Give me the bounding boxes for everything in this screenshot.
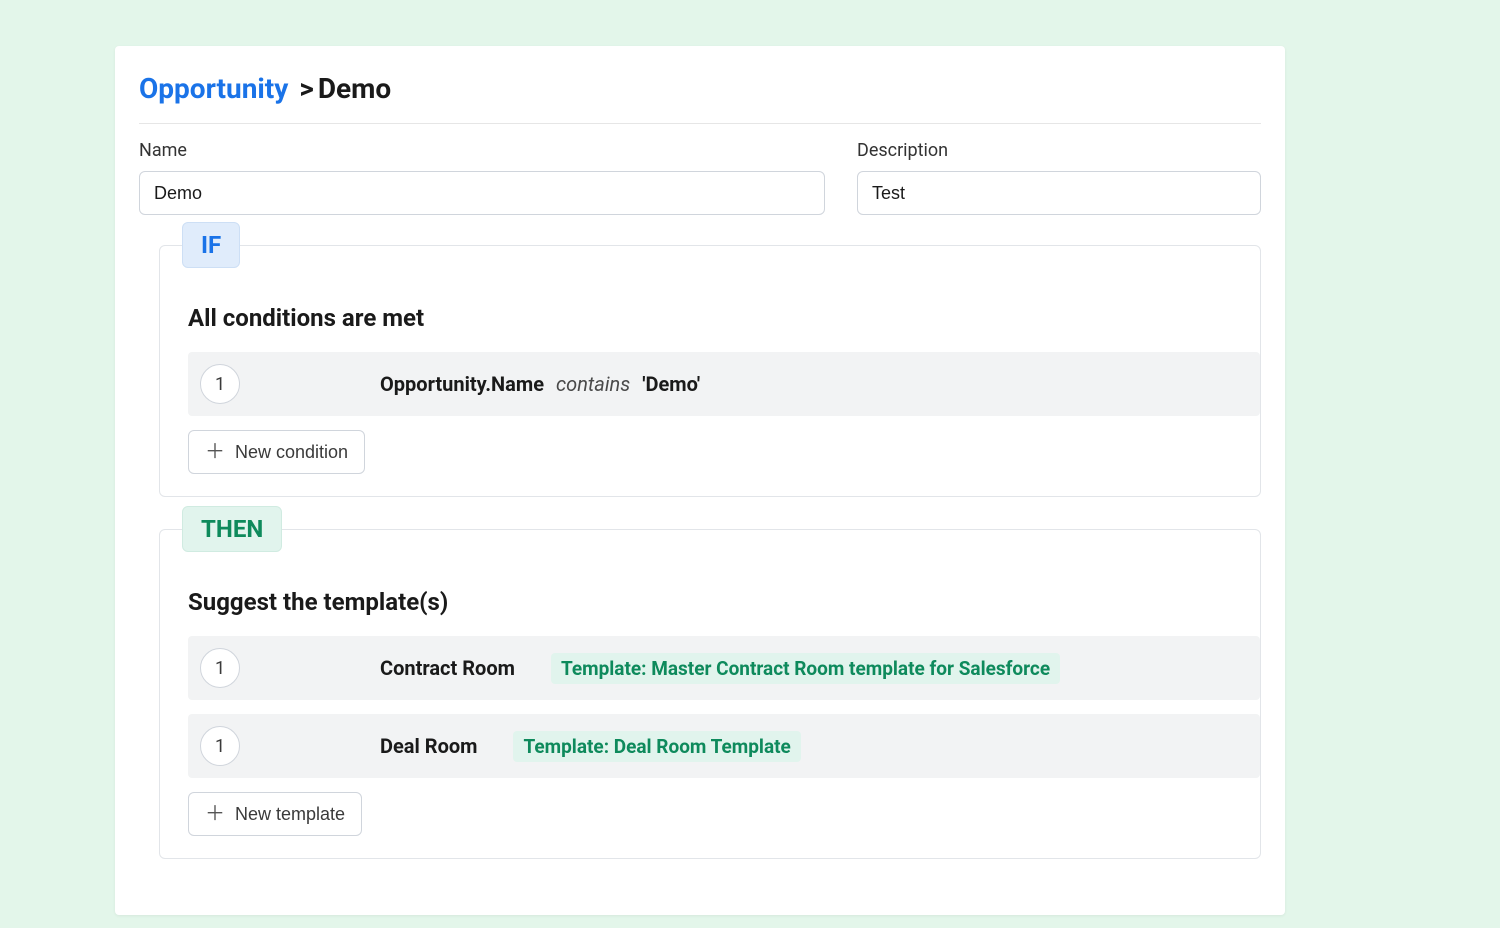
then-badge: THEN xyxy=(182,506,282,552)
new-template-button[interactable]: ＋ New template xyxy=(188,792,362,836)
breadcrumb-separator: > xyxy=(299,72,313,105)
plus-icon: ＋ xyxy=(205,442,225,462)
name-label: Name xyxy=(139,140,825,161)
description-label: Description xyxy=(857,140,1261,161)
if-badge: IF xyxy=(182,222,240,268)
rule-builder-card: Opportunity >Demo Name Description IF Al… xyxy=(115,46,1285,915)
breadcrumb: Opportunity >Demo xyxy=(139,64,1261,124)
if-block: IF All conditions are met 1 Opportunity.… xyxy=(159,245,1261,497)
if-title: All conditions are met xyxy=(188,304,1260,332)
then-title: Suggest the template(s) xyxy=(188,588,1260,616)
template-chip: Template: Deal Room Template xyxy=(513,731,800,762)
new-condition-button[interactable]: ＋ New condition xyxy=(188,430,365,474)
condition-field: Opportunity.Name xyxy=(380,372,544,396)
name-input[interactable] xyxy=(139,171,825,215)
template-chip: Template: Master Contract Room template … xyxy=(551,653,1060,684)
breadcrumb-parent-link[interactable]: Opportunity xyxy=(139,72,288,105)
template-type: Deal Room xyxy=(380,734,477,758)
breadcrumb-current: Demo xyxy=(318,72,391,105)
description-input[interactable] xyxy=(857,171,1261,215)
new-condition-label: New condition xyxy=(235,442,348,463)
template-type: Contract Room xyxy=(380,656,515,680)
form-row: Name Description xyxy=(139,124,1261,245)
condition-number: 1 xyxy=(200,364,240,404)
template-row[interactable]: 1 Contract Room Template: Master Contrac… xyxy=(188,636,1260,700)
template-number: 1 xyxy=(200,648,240,688)
new-template-label: New template xyxy=(235,804,345,825)
then-block: THEN Suggest the template(s) 1 Contract … xyxy=(159,529,1261,859)
condition-value: 'Demo' xyxy=(642,372,700,396)
template-row[interactable]: 1 Deal Room Template: Deal Room Template xyxy=(188,714,1260,778)
plus-icon: ＋ xyxy=(205,804,225,824)
condition-operator: contains xyxy=(556,372,630,396)
condition-row[interactable]: 1 Opportunity.Name contains 'Demo' xyxy=(188,352,1260,416)
template-number: 1 xyxy=(200,726,240,766)
